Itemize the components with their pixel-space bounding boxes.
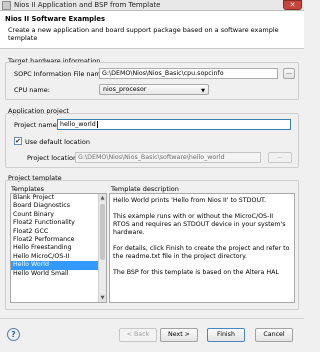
app-icon [2, 1, 11, 10]
close-window-button[interactable]: ✕ [283, 0, 302, 10]
help-button[interactable]: ? [7, 328, 20, 341]
window-title-bar[interactable]: Nios II Application and BSP from Templat… [0, 0, 304, 11]
sopc-file-field[interactable]: G:\DEMO\Nios\Nios_Basic\cpu.sopcinfo [99, 68, 278, 79]
location-browse-button[interactable]: ... [268, 152, 292, 163]
description-paragraph: The BSP for this template is based on th… [113, 269, 279, 276]
templates-scrollbar[interactable]: ▲ ▼ [98, 194, 106, 302]
project-name-input[interactable]: hello_world [57, 119, 291, 130]
scroll-up-icon[interactable]: ▲ [99, 194, 106, 202]
sopc-browse-button[interactable]: ... [283, 68, 295, 79]
cpu-name-label: CPU name: [14, 86, 50, 94]
page-title: Nios II Software Examples [5, 15, 106, 23]
list-item[interactable]: Float2 Functionality [11, 219, 106, 227]
project-name-label: Project name: [14, 121, 59, 129]
cpu-name-value: nios_procesor [103, 86, 147, 93]
scroll-thumb[interactable] [100, 204, 105, 260]
description-paragraph: For details, click Finish to create the … [113, 245, 290, 260]
list-item[interactable]: Hello MicroC/OS-II [11, 253, 106, 261]
chevron-down-icon: ▼ [201, 88, 205, 94]
cpu-name-select[interactable]: nios_procesor ▼ [99, 84, 209, 95]
list-item[interactable]: Blank Project [11, 194, 106, 202]
finish-button[interactable]: Finish [207, 328, 245, 342]
list-item[interactable]: Float2 Performance [11, 236, 106, 244]
template-description-label: Template description [111, 185, 179, 193]
page-description: Create a new application and board suppo… [8, 26, 279, 42]
list-item-selected[interactable]: Hello World [11, 261, 106, 270]
next-button[interactable]: Next > [160, 328, 198, 342]
back-button[interactable]: < Back [119, 328, 157, 342]
wizard-header: Nios II Software Examples Create a new a… [0, 11, 304, 49]
project-location-label: Project location: [27, 154, 80, 162]
description-paragraph: Hello World prints 'Hello from Nios II' … [113, 197, 267, 204]
window-title: Nios II Application and BSP from Templat… [14, 1, 161, 9]
use-default-location-label[interactable]: Use default location [25, 138, 90, 146]
list-item[interactable]: Float2 GCC [11, 228, 106, 236]
list-item[interactable]: Hello World Small [11, 270, 106, 278]
sopc-file-label: SOPC Information File name: [14, 70, 108, 78]
description-paragraph: This example runs with or without the Mi… [113, 213, 286, 236]
project-name-value: hello_world [60, 121, 96, 128]
list-item[interactable]: Board Diagnostics [11, 202, 106, 210]
footer-divider [0, 318, 304, 319]
templates-list[interactable]: Blank Project Board Diagnostics Count Bi… [10, 193, 107, 303]
list-item[interactable]: Count Binary [11, 211, 106, 219]
scroll-down-icon[interactable]: ▼ [99, 294, 106, 302]
template-description-box: Hello World prints 'Hello from Nios II' … [109, 193, 295, 303]
project-location-field[interactable]: G:\DEMO\Nios\Nios_Basic\software\hello_w… [75, 152, 261, 163]
use-default-location-checkbox[interactable]: ✔ [14, 137, 22, 145]
cancel-button[interactable]: Cancel [255, 328, 293, 342]
list-item[interactable]: Hello Freestanding [11, 244, 106, 252]
templates-label: Templates [11, 185, 45, 193]
text-caret [96, 120, 98, 128]
